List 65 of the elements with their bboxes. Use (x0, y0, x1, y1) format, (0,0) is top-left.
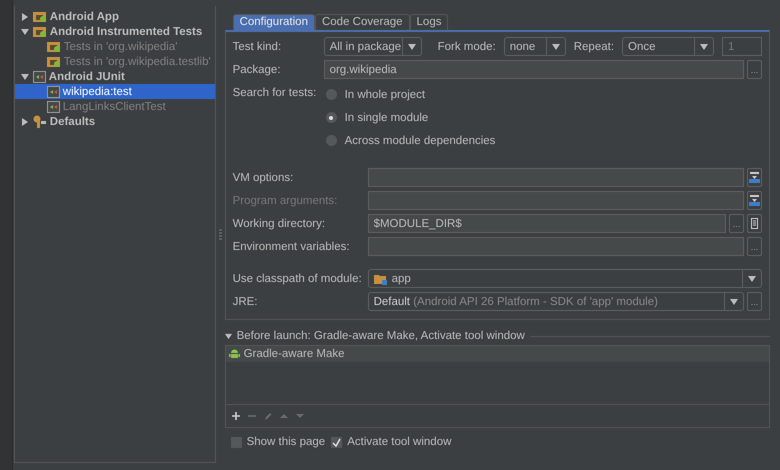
tree-group[interactable]: Defaults (14, 114, 215, 129)
tree-group[interactable]: Android Instrumented Tests (14, 24, 215, 39)
checkbox[interactable]: Activate tool window (331, 436, 452, 448)
collapse-caret-icon[interactable] (224, 332, 232, 340)
task-item[interactable]: Gradle-aware Make (226, 346, 770, 362)
caret-icon (552, 44, 560, 50)
radio-option[interactable]: Across module dependencies (324, 129, 496, 152)
expanded-caret-icon[interactable] (20, 28, 29, 36)
caret-icon (700, 44, 708, 50)
field-label: Use classpath of module: (232, 272, 363, 284)
caret-icon (730, 298, 738, 304)
field-label: Environment variables: (232, 240, 351, 252)
caret-icon (408, 44, 416, 50)
section-title: Before launch: Gradle-aware Make, Activate tool window (236, 330, 525, 342)
browse-button[interactable]: ... (747, 60, 762, 79)
caret-icon (748, 276, 756, 282)
android-icon (228, 348, 240, 360)
expanded-caret-icon[interactable] (20, 72, 29, 80)
checkbox[interactable]: Show this page (230, 436, 326, 448)
module-dropdown[interactable]: app (368, 269, 762, 288)
tree-group[interactable]: Android JUnit (14, 69, 215, 84)
checkmark-icon (332, 438, 342, 446)
field-label: Working directory: (232, 218, 326, 230)
module-folder-icon (374, 272, 388, 284)
input-field[interactable]: $MODULE_DIR$ (368, 214, 726, 233)
collapsed-caret-icon[interactable] (20, 118, 29, 126)
fork-mode-dropdown[interactable]: none (504, 37, 566, 56)
field-label: JRE: (232, 296, 258, 308)
module-config-icon (32, 26, 47, 38)
field-label: Fork mode: (438, 40, 496, 52)
field-label: Package: (232, 64, 282, 76)
field-label: VM options: (232, 172, 294, 184)
package-field[interactable]: org.wikipedia (324, 60, 744, 79)
field-label: Repeat: (574, 40, 614, 52)
browse-button[interactable]: ... (747, 237, 762, 256)
field-label: Search for tests: (232, 86, 318, 99)
repeat-dropdown[interactable]: Once (622, 37, 714, 56)
wrench-icon (32, 115, 47, 128)
module-config-icon (46, 56, 61, 68)
test-config-icon (46, 100, 60, 112)
expand-field-icon[interactable] (747, 168, 762, 187)
collapsed-caret-icon[interactable] (20, 12, 29, 20)
macro-icon[interactable] (747, 214, 762, 233)
field-label: Test kind: (232, 40, 282, 52)
tree-item[interactable]: wikipedia:test (14, 84, 215, 99)
module-config-icon (46, 40, 61, 52)
browse-button[interactable]: ... (729, 214, 744, 233)
tab[interactable]: Configuration (232, 14, 315, 30)
radio-option[interactable]: In single module (324, 106, 496, 129)
tab[interactable]: Code Coverage (314, 14, 410, 30)
input-field[interactable] (368, 237, 744, 256)
radio-option[interactable]: In whole project (324, 83, 496, 106)
add-icon[interactable] (230, 411, 241, 421)
test-config-icon (46, 86, 60, 98)
field-label: Program arguments: (232, 194, 338, 206)
splitter-grip-icon[interactable] (218, 229, 222, 241)
browse-button[interactable]: ... (747, 292, 762, 311)
expand-field-icon[interactable] (747, 191, 762, 210)
input-field[interactable] (368, 168, 744, 187)
jre-dropdown[interactable]: Default (Android API 26 Platform - SDK of 'app' module) (368, 292, 744, 311)
tree-group[interactable]: Android App (14, 9, 215, 24)
module-config-icon (32, 10, 47, 22)
test-config-icon (32, 70, 46, 82)
tab[interactable]: Logs (410, 14, 448, 30)
test-kind-dropdown[interactable]: All in package (324, 37, 422, 56)
